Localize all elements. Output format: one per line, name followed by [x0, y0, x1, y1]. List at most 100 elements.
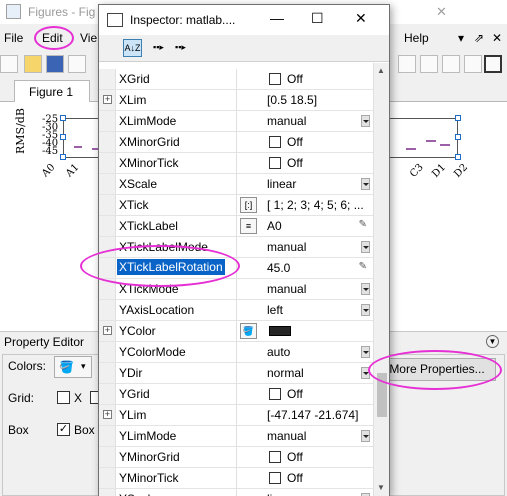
more-properties-button[interactable]: More Properties...	[378, 358, 496, 381]
tile-grid-icon[interactable]	[398, 55, 416, 73]
property-row-yminortick[interactable]: YMinorTick Off	[99, 468, 373, 489]
print-icon[interactable]	[68, 55, 86, 73]
list-editor-icon[interactable]: ≡	[240, 218, 257, 234]
expand-categories-icon[interactable]: ▪▪▸	[171, 39, 190, 57]
dropdown-arrow-icon[interactable]	[361, 283, 370, 295]
new-file-icon[interactable]	[0, 55, 18, 73]
group-categories-icon[interactable]: ▪▪▸	[149, 39, 168, 57]
property-row-xticklabelrotation[interactable]: XTickLabelRotation 45.0 ✎	[99, 258, 373, 279]
property-row-yscale[interactable]: YScale linear	[99, 489, 373, 496]
menu-view[interactable]: Vie	[80, 31, 97, 45]
property-value-cell[interactable]: Off	[236, 153, 373, 173]
menu-file[interactable]: File	[4, 31, 23, 45]
float-windows-icon[interactable]	[464, 55, 482, 73]
minimize-icon[interactable]: —	[270, 10, 284, 26]
property-checkbox[interactable]	[269, 472, 281, 484]
sort-alphabetical-icon[interactable]: A↓Z	[123, 39, 142, 57]
property-row-ydir[interactable]: YDir normal	[99, 363, 373, 384]
dock-arrow-icon[interactable]: ▾	[458, 31, 464, 45]
property-value-cell[interactable]: auto	[236, 342, 373, 362]
collapse-icon[interactable]: ▼	[486, 335, 499, 348]
grid-x-checkbox[interactable]	[57, 391, 70, 404]
selection-handle[interactable]	[455, 134, 461, 140]
property-row-xtick[interactable]: XTick [ 1; 2; 3; 4; 5; 6; ... [:]	[99, 195, 373, 216]
inspector-close-icon[interactable]: ✕	[355, 10, 367, 27]
property-row-yaxislocation[interactable]: YAxisLocation left	[99, 300, 373, 321]
property-row-xscale[interactable]: XScale linear	[99, 174, 373, 195]
color-swatch[interactable]	[269, 326, 291, 336]
tile-top-bottom-icon[interactable]	[442, 55, 460, 73]
property-value-cell[interactable]: [-47.147 -21.674]	[236, 405, 373, 425]
property-checkbox[interactable]	[269, 388, 281, 400]
property-row-xticklabelmode[interactable]: XTickLabelMode manual	[99, 237, 373, 258]
scrollbar-thumb[interactable]	[377, 373, 387, 417]
scroll-down-icon[interactable]: ▼	[377, 483, 385, 492]
property-value-cell[interactable]: A0 ≡ ✎	[236, 216, 373, 236]
dropdown-arrow-icon[interactable]	[361, 241, 370, 253]
dropdown-arrow-icon[interactable]	[361, 367, 370, 379]
tile-left-right-icon[interactable]	[420, 55, 438, 73]
property-value-cell[interactable]: 45.0 ✎	[236, 258, 373, 278]
property-value-cell[interactable]: Off	[236, 468, 373, 488]
property-value-cell[interactable]: manual	[236, 426, 373, 446]
dropdown-arrow-icon[interactable]	[361, 178, 370, 190]
property-checkbox[interactable]	[269, 157, 281, 169]
selection-handle[interactable]	[60, 154, 66, 160]
save-icon[interactable]	[46, 55, 64, 73]
property-checkbox[interactable]	[269, 73, 281, 85]
property-value-cell[interactable]: manual	[236, 279, 373, 299]
figure-close-icon[interactable]: ✕	[492, 31, 502, 45]
property-value-cell[interactable]: manual	[236, 237, 373, 257]
property-row-xticklabel[interactable]: XTickLabel A0 ≡ ✎	[99, 216, 373, 237]
open-folder-icon[interactable]	[24, 55, 42, 73]
property-row-xminortick[interactable]: XMinorTick Off	[99, 153, 373, 174]
figures-close-icon[interactable]: ✕	[436, 4, 447, 20]
property-row-xgrid[interactable]: XGrid Off	[99, 69, 373, 90]
dropdown-arrow-icon[interactable]	[361, 430, 370, 442]
maximize-icon[interactable]: ☐	[311, 10, 324, 27]
scroll-up-icon[interactable]: ▲	[377, 66, 385, 75]
property-value-cell[interactable]: Off	[236, 132, 373, 152]
expand-plus-icon[interactable]: +	[103, 410, 112, 419]
property-value-cell[interactable]: Off	[236, 69, 373, 89]
property-checkbox[interactable]	[269, 451, 281, 463]
selection-handle[interactable]	[455, 115, 461, 121]
box-checkbox[interactable]: ✓	[57, 423, 70, 436]
property-row-ygrid[interactable]: YGrid Off	[99, 384, 373, 405]
property-value-cell[interactable]: 🪣	[236, 321, 373, 341]
property-value-cell[interactable]: linear	[236, 174, 373, 194]
array-editor-icon[interactable]: [:]	[240, 197, 257, 213]
pencil-icon[interactable]: ✎	[359, 261, 367, 272]
property-value-cell[interactable]: manual	[236, 111, 373, 131]
selection-handle[interactable]	[60, 115, 66, 121]
property-value-cell[interactable]: [ 1; 2; 3; 4; 5; 6; ... [:]	[236, 195, 373, 215]
maximize-figure-icon[interactable]	[484, 55, 502, 73]
property-row-ylimmode[interactable]: YLimMode manual	[99, 426, 373, 447]
property-checkbox[interactable]	[269, 136, 281, 148]
property-row-xminorgrid[interactable]: XMinorGrid Off	[99, 132, 373, 153]
property-row-ylim[interactable]: + YLim [-47.147 -21.674]	[99, 405, 373, 426]
property-value-cell[interactable]: normal	[236, 363, 373, 383]
dropdown-arrow-icon[interactable]	[361, 346, 370, 358]
dropdown-arrow-icon[interactable]	[361, 304, 370, 316]
tab-figure-1[interactable]: Figure 1	[14, 80, 90, 102]
pencil-icon[interactable]: ✎	[359, 219, 367, 230]
undock-icon[interactable]: ⇗	[474, 31, 484, 45]
colors-picker-button[interactable]: 🪣 ▾	[54, 356, 92, 378]
paint-bucket-icon[interactable]: 🪣	[240, 323, 257, 339]
property-value-cell[interactable]: [0.5 18.5]	[236, 90, 373, 110]
inspector-scrollbar[interactable]: ▲ ▼	[373, 63, 389, 496]
expand-plus-icon[interactable]: +	[103, 95, 112, 104]
selection-handle[interactable]	[455, 154, 461, 160]
property-value-cell[interactable]: linear	[236, 489, 373, 496]
property-value-cell[interactable]: Off	[236, 384, 373, 404]
menu-edit[interactable]: Edit	[42, 31, 63, 45]
expand-plus-icon[interactable]: +	[103, 326, 112, 335]
property-value-cell[interactable]: left	[236, 300, 373, 320]
property-row-ycolormode[interactable]: YColorMode auto	[99, 342, 373, 363]
selection-handle[interactable]	[60, 134, 66, 140]
property-row-xlim[interactable]: + XLim [0.5 18.5]	[99, 90, 373, 111]
property-row-xtickmode[interactable]: XTickMode manual	[99, 279, 373, 300]
property-row-xlimmode[interactable]: XLimMode manual	[99, 111, 373, 132]
property-row-yminorgrid[interactable]: YMinorGrid Off	[99, 447, 373, 468]
